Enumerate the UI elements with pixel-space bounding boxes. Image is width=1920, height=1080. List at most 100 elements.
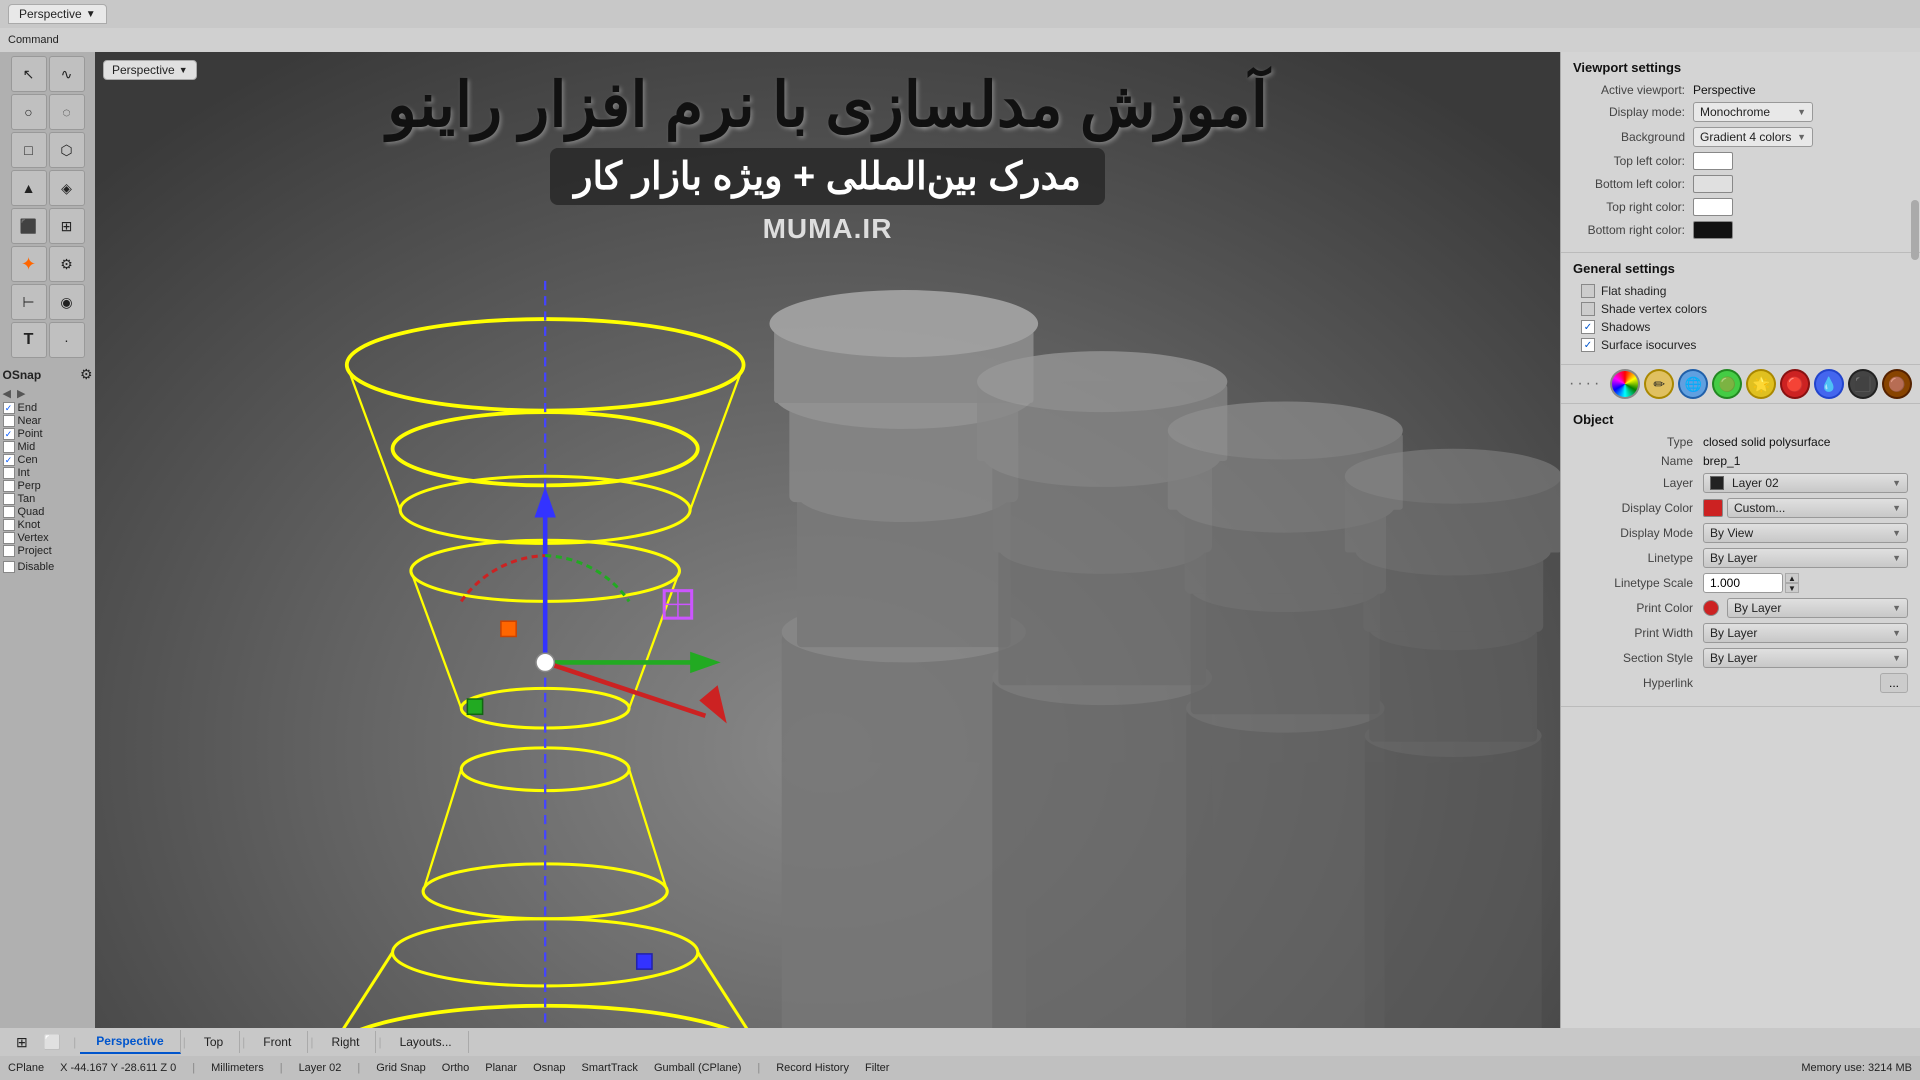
section-style-dropdown[interactable]: By Layer ▼ xyxy=(1703,648,1908,668)
pencil-btn[interactable]: ✏ xyxy=(1644,369,1674,399)
osnap-perp[interactable]: Perp xyxy=(3,480,93,492)
linetype-dropdown[interactable]: By Layer ▼ xyxy=(1703,548,1908,568)
disable-checkbox[interactable] xyxy=(3,561,15,573)
box-icon[interactable]: ⬜ xyxy=(36,1030,69,1055)
bottom-right-color-swatch[interactable] xyxy=(1693,221,1733,239)
yellow-btn[interactable]: 🌟 xyxy=(1746,369,1776,399)
filter-item[interactable]: Filter xyxy=(865,1062,889,1074)
blue-round-btn[interactable]: 💧 xyxy=(1814,369,1844,399)
display-mode-dropdown[interactable]: Monochrome ▼ xyxy=(1693,102,1813,122)
osnap-end-checkbox[interactable] xyxy=(3,402,15,414)
dark-btn[interactable]: ⬛ xyxy=(1848,369,1878,399)
poly-icon[interactable]: ⬡ xyxy=(49,132,85,168)
shadows-row[interactable]: Shadows xyxy=(1573,320,1908,334)
osnap-int[interactable]: Int xyxy=(3,467,93,479)
planar-item[interactable]: Planar xyxy=(485,1062,517,1074)
gumball-item[interactable]: Gumball (CPlane) xyxy=(654,1062,741,1074)
spin-down[interactable]: ▼ xyxy=(1785,583,1799,593)
text-icon[interactable]: T xyxy=(11,322,47,358)
color-wheel-btn[interactable] xyxy=(1610,369,1640,399)
osnap-perp-checkbox[interactable] xyxy=(3,480,15,492)
osnap-knot[interactable]: Knot xyxy=(3,519,93,531)
osnap-quad[interactable]: Quad xyxy=(3,506,93,518)
print-color-dot[interactable] xyxy=(1703,600,1719,616)
print-width-dropdown[interactable]: By Layer ▼ xyxy=(1703,623,1908,643)
brown-btn[interactable]: 🟤 xyxy=(1882,369,1912,399)
bottom-left-color-swatch[interactable] xyxy=(1693,175,1733,193)
rect-icon[interactable]: □ xyxy=(11,132,47,168)
osnap-near-checkbox[interactable] xyxy=(3,415,15,427)
red-btn[interactable]: 🔴 xyxy=(1780,369,1810,399)
render-icon[interactable]: ◉ xyxy=(49,284,85,320)
osnap-cen[interactable]: Cen xyxy=(3,454,93,466)
osnap-tan[interactable]: Tan xyxy=(3,493,93,505)
grid-snap-item[interactable]: Grid Snap xyxy=(376,1062,426,1074)
scrollbar-thumb[interactable] xyxy=(1911,200,1919,260)
osnap-cen-checkbox[interactable] xyxy=(3,454,15,466)
solid-icon[interactable]: ⬛ xyxy=(11,208,47,244)
print-color-dropdown[interactable]: By Layer ▼ xyxy=(1727,598,1908,618)
circle-icon[interactable]: ○ xyxy=(11,94,47,130)
dims-icon[interactable]: ⊢ xyxy=(11,284,47,320)
layer-dropdown[interactable]: Layer 02 ▼ xyxy=(1703,473,1908,493)
spin-up[interactable]: ▲ xyxy=(1785,573,1799,583)
osnap-mid[interactable]: Mid xyxy=(3,441,93,453)
osnap-project-checkbox[interactable] xyxy=(3,545,15,557)
surface-icon[interactable]: ◈ xyxy=(49,170,85,206)
hyperlink-btn[interactable]: ... xyxy=(1880,673,1908,693)
osnap-near[interactable]: Near xyxy=(3,415,93,427)
flat-shading-checkbox[interactable] xyxy=(1581,284,1595,298)
osnap-int-checkbox[interactable] xyxy=(3,467,15,479)
point-icon[interactable]: · xyxy=(49,322,85,358)
viewport-area[interactable]: Perspective ▼ xyxy=(95,52,1560,1028)
perspective-tab[interactable]: Perspective ▼ xyxy=(8,4,107,24)
osnap-mid-checkbox[interactable] xyxy=(3,441,15,453)
osnap-vertex[interactable]: Vertex xyxy=(3,532,93,544)
units-item[interactable]: Millimeters xyxy=(211,1062,264,1074)
osnap-point[interactable]: Point xyxy=(3,428,93,440)
osnap-point-checkbox[interactable] xyxy=(3,428,15,440)
viewport-label-arrow[interactable]: ▼ xyxy=(179,65,188,75)
disable-item[interactable]: Disable xyxy=(3,561,93,573)
analyze-icon[interactable]: ⚙ xyxy=(49,246,85,282)
osnap-tan-checkbox[interactable] xyxy=(3,493,15,505)
osnap-end[interactable]: End xyxy=(3,402,93,414)
display-color-dropdown[interactable]: Custom... ▼ xyxy=(1727,498,1908,518)
green-btn[interactable]: 🟢 xyxy=(1712,369,1742,399)
top-left-color-swatch[interactable] xyxy=(1693,152,1733,170)
shade-vertex-row[interactable]: Shade vertex colors xyxy=(1573,302,1908,316)
tab-top[interactable]: Top xyxy=(188,1031,240,1053)
cplane-item[interactable]: CPlane xyxy=(8,1062,44,1074)
tab-front[interactable]: Front xyxy=(247,1031,308,1053)
background-dropdown[interactable]: Gradient 4 colors ▼ xyxy=(1693,127,1813,147)
display-mode-obj-dropdown[interactable]: By View ▼ xyxy=(1703,523,1908,543)
osnap-knot-checkbox[interactable] xyxy=(3,519,15,531)
arc-icon[interactable]: ◌ xyxy=(49,94,85,130)
mesh-icon[interactable]: ⊞ xyxy=(49,208,85,244)
tab-dropdown-arrow[interactable]: ▼ xyxy=(86,9,96,20)
grid-icon[interactable]: ⊞ xyxy=(8,1030,36,1055)
record-history-item[interactable]: Record History xyxy=(776,1062,849,1074)
tab-layouts[interactable]: Layouts... xyxy=(384,1031,469,1053)
surface-iso-row[interactable]: Surface isocurves xyxy=(1573,338,1908,352)
shadows-checkbox[interactable] xyxy=(1581,320,1595,334)
curve-icon[interactable]: ∿ xyxy=(49,56,85,92)
linetype-scale-spinner[interactable]: ▲ ▼ xyxy=(1785,573,1799,593)
osnap-project[interactable]: Project xyxy=(3,545,93,557)
select-icon[interactable]: ↖ xyxy=(11,56,47,92)
extrude-icon[interactable]: ▲ xyxy=(11,170,47,206)
osnap-settings-icon[interactable]: ⚙ xyxy=(80,366,93,383)
ortho-item[interactable]: Ortho xyxy=(442,1062,470,1074)
osnap-vertex-checkbox[interactable] xyxy=(3,532,15,544)
smarttrack-item[interactable]: SmartTrack xyxy=(582,1062,638,1074)
osnap-status-item[interactable]: Osnap xyxy=(533,1062,565,1074)
tab-perspective[interactable]: Perspective xyxy=(80,1030,180,1054)
surface-iso-checkbox[interactable] xyxy=(1581,338,1595,352)
flat-shading-row[interactable]: Flat shading xyxy=(1573,284,1908,298)
shade-vertex-checkbox[interactable] xyxy=(1581,302,1595,316)
display-color-red-swatch[interactable] xyxy=(1703,499,1723,517)
transform-icon[interactable]: ✦ xyxy=(11,246,47,282)
tab-right[interactable]: Right xyxy=(315,1031,376,1053)
globe-btn[interactable]: 🌐 xyxy=(1678,369,1708,399)
layer-status-item[interactable]: Layer 02 xyxy=(299,1062,342,1074)
